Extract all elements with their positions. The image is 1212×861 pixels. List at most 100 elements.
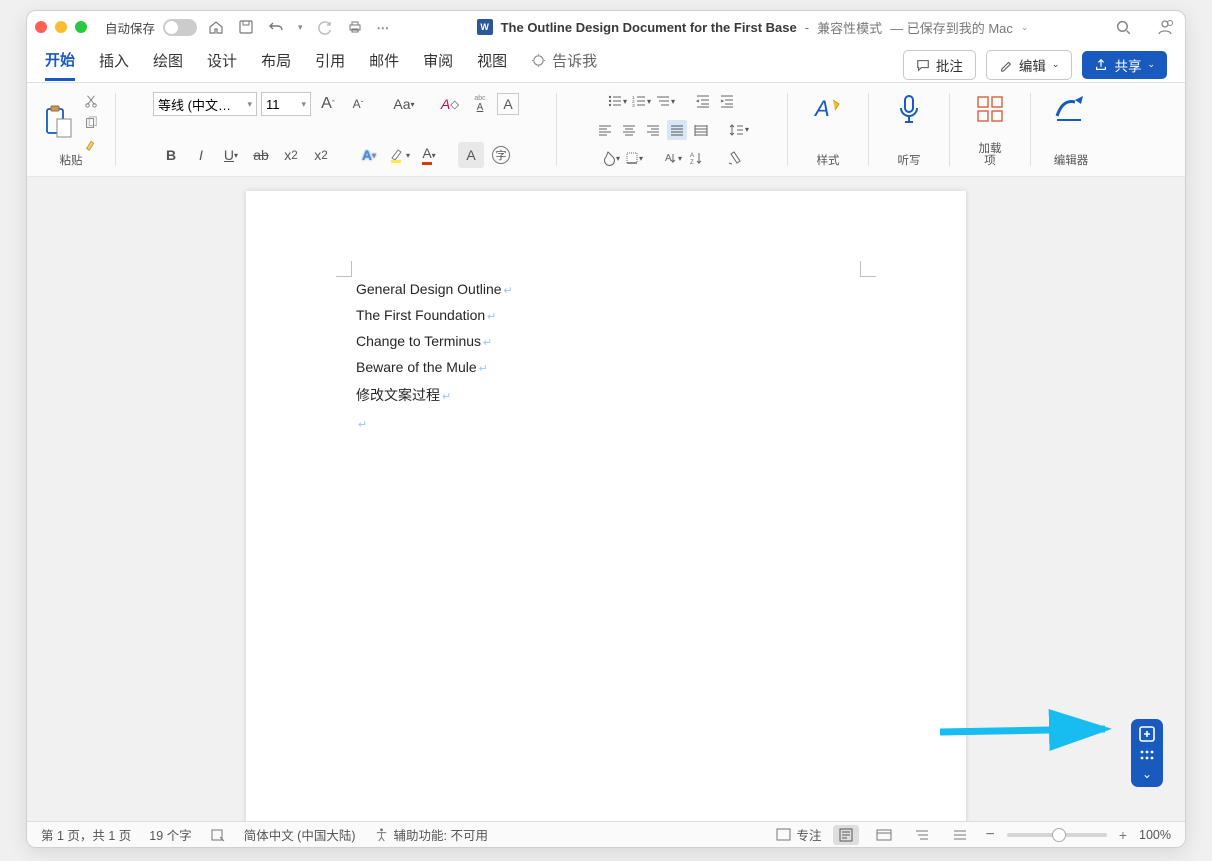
grow-font-icon[interactable]: Aˆ <box>315 91 341 117</box>
addins-icon[interactable] <box>972 91 1008 127</box>
increase-indent-icon[interactable] <box>717 91 737 111</box>
bullets-icon[interactable]: ▾ <box>607 91 627 111</box>
maximize-window-button[interactable] <box>75 21 87 33</box>
zoom-out-button[interactable]: − <box>985 826 994 844</box>
copy-icon[interactable] <box>81 113 101 133</box>
page-count[interactable]: 第 1 页，共 1 页 <box>41 825 131 844</box>
panel-grid-icon[interactable] <box>1139 749 1155 761</box>
tab-references[interactable]: 引用 <box>315 50 345 79</box>
underline-button[interactable]: U▾ <box>218 142 244 168</box>
clear-format-icon[interactable]: A◇ <box>437 91 463 117</box>
dictate-icon[interactable] <box>891 91 927 127</box>
search-icon[interactable] <box>1112 19 1135 36</box>
more-icon[interactable]: ⋯ <box>374 20 394 35</box>
shading-icon[interactable]: ▾ <box>600 148 620 168</box>
editor-icon[interactable] <box>1053 91 1089 127</box>
zoom-slider[interactable] <box>1007 833 1107 837</box>
phonetic-guide-icon[interactable]: abcA <box>467 91 493 117</box>
print-icon[interactable] <box>344 19 366 35</box>
draft-view-icon[interactable] <box>947 825 973 845</box>
tab-design[interactable]: 设计 <box>207 50 237 79</box>
redo-icon[interactable] <box>314 19 336 35</box>
superscript-button[interactable]: x2 <box>308 142 334 168</box>
clipboard-group: 粘贴 <box>37 89 105 170</box>
distributed-icon[interactable] <box>691 120 711 140</box>
styles-icon[interactable]: A <box>810 91 846 127</box>
autosave-toggle[interactable] <box>163 19 197 36</box>
show-marks-icon[interactable] <box>724 148 744 168</box>
highlight-icon[interactable]: ▾ <box>386 142 412 168</box>
account-icon[interactable] <box>1153 18 1177 36</box>
tab-tellme[interactable]: 告诉我 <box>531 50 597 79</box>
print-layout-view-icon[interactable] <box>833 825 859 845</box>
minimize-window-button[interactable] <box>55 21 67 33</box>
enclose-char-icon[interactable]: 字 <box>488 142 514 168</box>
doc-line: General Design Outline↵ <box>356 281 856 297</box>
focus-mode-button[interactable]: 专注 <box>776 825 821 844</box>
char-shading-icon[interactable]: A <box>458 142 484 168</box>
zoom-level[interactable]: 100% <box>1139 828 1171 842</box>
decrease-indent-icon[interactable] <box>693 91 713 111</box>
align-justify-icon[interactable] <box>667 120 687 140</box>
panel-collapse-icon[interactable]: ⌄ <box>1142 767 1152 781</box>
saved-status[interactable]: — 已保存到我的 Mac <box>890 18 1013 37</box>
track-changes-icon[interactable] <box>1138 725 1156 743</box>
format-painter-icon[interactable] <box>81 135 101 155</box>
page: General Design Outline↵ The First Founda… <box>246 191 966 821</box>
tab-view[interactable]: 视图 <box>477 50 507 79</box>
doc-line: The First Foundation↵ <box>356 307 856 323</box>
shrink-font-icon[interactable]: Aˇ <box>345 91 371 117</box>
subscript-button[interactable]: x2 <box>278 142 304 168</box>
align-left-icon[interactable] <box>595 120 615 140</box>
tab-review[interactable]: 审阅 <box>423 50 453 79</box>
svg-text:A: A <box>813 96 830 121</box>
comments-button[interactable]: 批注 <box>903 50 976 80</box>
accessibility-status[interactable]: 辅助功能: 不可用 <box>374 825 488 844</box>
tab-draw[interactable]: 绘图 <box>153 50 183 79</box>
italic-button[interactable]: I <box>188 142 214 168</box>
outline-view-icon[interactable] <box>909 825 935 845</box>
undo-icon[interactable] <box>265 19 287 35</box>
multilevel-list-icon[interactable]: ▾ <box>655 91 675 111</box>
svg-text:3: 3 <box>632 103 635 109</box>
char-border-icon[interactable]: A <box>497 93 519 115</box>
paste-icon[interactable] <box>41 105 77 141</box>
undo-dropdown[interactable]: ▾ <box>295 22 306 33</box>
align-right-icon[interactable] <box>643 120 663 140</box>
font-name-select[interactable]: 等线 (中文…▾ <box>153 92 257 116</box>
tab-insert[interactable]: 插入 <box>99 50 129 79</box>
svg-text:Z: Z <box>690 160 694 166</box>
text-effects-icon[interactable]: A▾ <box>356 142 382 168</box>
sort-icon[interactable]: AZ <box>686 148 706 168</box>
para-mark-icon: ↵ <box>504 285 513 297</box>
bold-button[interactable]: B <box>158 142 184 168</box>
save-icon[interactable] <box>235 19 257 35</box>
text-direction-icon[interactable]: A▾ <box>662 148 682 168</box>
cut-icon[interactable] <box>81 91 101 111</box>
paste-label: 粘贴 <box>60 155 83 168</box>
word-count[interactable]: 19 个字 <box>149 825 191 844</box>
strikethrough-button[interactable]: ab <box>248 142 274 168</box>
tab-mailings[interactable]: 邮件 <box>369 50 399 79</box>
document-canvas[interactable]: General Design Outline↵ The First Founda… <box>27 177 1185 821</box>
borders-icon[interactable]: ▾ <box>624 148 644 168</box>
ribbon: 粘贴 等线 (中文…▾ 11▾ Aˆ Aˇ Aa▾ A◇ abcA A B I … <box>27 83 1185 177</box>
tab-home[interactable]: 开始 <box>45 49 75 81</box>
spellcheck-icon[interactable] <box>210 827 226 843</box>
web-layout-view-icon[interactable] <box>871 825 897 845</box>
tab-layout[interactable]: 布局 <box>261 50 291 79</box>
font-color-icon[interactable]: A▾ <box>416 142 442 168</box>
language-status[interactable]: 简体中文 (中国大陆) <box>244 825 356 844</box>
font-size-select[interactable]: 11▾ <box>261 92 311 116</box>
change-case-icon[interactable]: Aa▾ <box>391 91 417 117</box>
para-mark-icon: ↵ <box>483 337 492 349</box>
document-title: The Outline Design Document for the Firs… <box>501 20 797 35</box>
editing-mode-button[interactable]: 编辑⌄ <box>986 50 1073 80</box>
share-button[interactable]: 共享⌄ <box>1082 51 1167 79</box>
line-spacing-icon[interactable]: ▾ <box>729 120 749 140</box>
zoom-in-button[interactable]: + <box>1119 827 1127 843</box>
numbering-icon[interactable]: 123▾ <box>631 91 651 111</box>
align-center-icon[interactable] <box>619 120 639 140</box>
close-window-button[interactable] <box>35 21 47 33</box>
home-icon[interactable] <box>205 19 227 35</box>
